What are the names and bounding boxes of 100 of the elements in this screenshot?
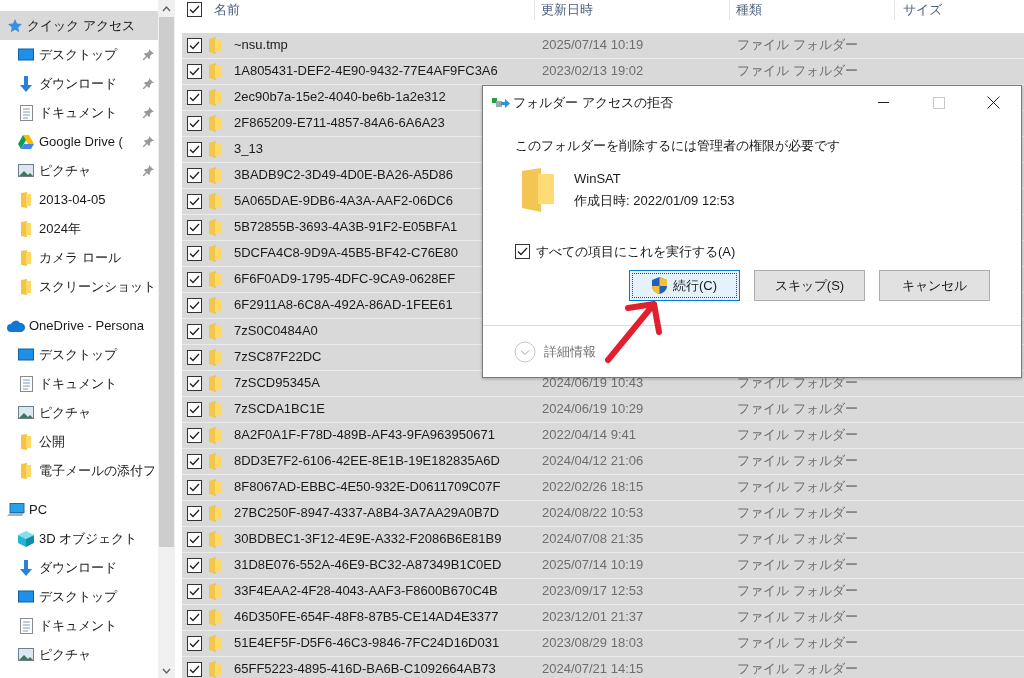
column-header[interactable]: 種類 — [736, 0, 762, 20]
file-row[interactable]: 27BC250F-8947-4337-A8B4-3A7AA29A0B7D 2024/08/22 10:53 ファイル フォルダー — [182, 500, 1024, 527]
file-row[interactable]: 8DD3E7F2-6106-42EE-8E1B-19E182835A6D 2024/04/12 21:06 ファイル フォルダー — [182, 448, 1024, 475]
file-type: ファイル フォルダー — [737, 531, 858, 547]
dialog-button[interactable]: スキップ(S) — [754, 270, 865, 301]
file-row[interactable]: 7zSCDA1BC1E 2024/06/19 10:29 ファイル フォルダー — [182, 396, 1024, 423]
row-checkbox[interactable] — [187, 557, 202, 573]
row-checkbox[interactable] — [187, 323, 202, 339]
file-row[interactable]: 8F8067AD-EBBC-4E50-932E-D0611709C07F 2022/02/26 18:15 ファイル フォルダー — [182, 474, 1024, 501]
row-checkbox[interactable] — [187, 401, 202, 417]
nav-item[interactable]: ドキュメント — [39, 102, 143, 123]
file-name: 7zSCDA1BC1E — [234, 400, 326, 419]
pin-icon[interactable] — [143, 165, 154, 176]
row-checkbox[interactable] — [187, 89, 202, 105]
nav-section-item[interactable]: PC — [0, 495, 158, 524]
checkbox-label[interactable]: すべての項目にこれを実行する(A) — [536, 241, 736, 261]
row-checkbox[interactable] — [187, 635, 202, 651]
file-name: 27BC250F-8947-4337-A8B4-3A7AA29A0B7D — [234, 504, 500, 523]
row-checkbox[interactable] — [187, 245, 202, 261]
file-name: 33F4EAA2-4F28-4043-AAF3-F8600B670C4B — [234, 582, 498, 601]
select-all-checkbox[interactable] — [187, 2, 202, 18]
file-name: 3_13 — [234, 140, 263, 159]
column-header[interactable]: サイズ — [903, 0, 942, 20]
file-row[interactable]: 31D8E076-552A-46E9-BC32-A87349B1C0ED 2025/07/14 10:19 ファイル フォルダー — [182, 552, 1024, 579]
file-row[interactable]: 46D350FE-654F-48F8-87B5-CE14AD4E3377 2023/12/01 21:37 ファイル フォルダー — [182, 604, 1024, 631]
modified-date: 2025/07/14 10:19 — [542, 37, 644, 53]
scrollbar-thumb[interactable] — [159, 17, 174, 547]
row-checkbox[interactable] — [187, 479, 202, 495]
file-name: 30BDBEC1-3F12-4E9E-A332-F2086B6E81B9 — [234, 530, 502, 549]
nav-item[interactable]: ドキュメント — [39, 373, 154, 394]
pin-icon[interactable] — [143, 49, 154, 60]
nav-item[interactable]: 3D オブジェクト — [39, 528, 154, 549]
row-checkbox[interactable] — [187, 115, 202, 131]
nav-section-item[interactable]: OneDrive - Persona — [0, 311, 158, 340]
dialog-button[interactable]: 続行(C) — [629, 270, 740, 301]
folder-icon — [21, 433, 31, 450]
folder-icon — [209, 556, 221, 574]
modified-date: 2024/08/22 10:53 — [542, 505, 644, 521]
folder-icon — [209, 348, 221, 366]
pin-icon[interactable] — [143, 136, 154, 147]
file-name: 8DD3E7F2-6106-42EE-8E1B-19E182835A6D — [234, 452, 500, 471]
dialog-button[interactable]: キャンセル — [879, 270, 990, 301]
modified-date: 2023/08/29 18:03 — [542, 635, 644, 651]
nav-item[interactable]: 2024年 — [39, 218, 154, 239]
down-arrow-icon — [19, 75, 33, 92]
file-row[interactable]: 1A805431-DEF2-4E90-9432-77E4AF9FC3A6 2023/02/13 19:02 ファイル フォルダー — [182, 58, 1024, 85]
apply-all-checkbox[interactable] — [515, 243, 530, 259]
nav-item[interactable]: ピクチャ — [39, 402, 154, 423]
picture-icon — [18, 164, 34, 177]
nav-item[interactable]: デスクトップ — [39, 344, 154, 365]
file-row[interactable]: 65FF5223-4895-416D-BA6B-C1092664AB73 2024/07/21 14:15 ファイル フォルダー — [182, 656, 1024, 678]
folder-icon — [209, 608, 221, 626]
file-row[interactable]: 8A2F0A1F-F78D-489B-AF43-9FA963950671 2022/04/14 9:41 ファイル フォルダー — [182, 422, 1024, 449]
row-checkbox[interactable] — [187, 193, 202, 209]
row-checkbox[interactable] — [187, 453, 202, 469]
row-checkbox[interactable] — [187, 427, 202, 443]
file-row[interactable]: 33F4EAA2-4F28-4043-AAF3-F8600B670C4B 2023/09/17 12:53 ファイル フォルダー — [182, 578, 1024, 605]
row-checkbox[interactable] — [187, 375, 202, 391]
nav-item[interactable]: デスクトップ — [39, 44, 143, 65]
row-checkbox[interactable] — [187, 661, 202, 677]
nav-section-item[interactable]: クイック アクセス — [0, 11, 158, 40]
file-row[interactable]: 51E4EF5F-D5F6-46C3-9846-7FC24D16D031 2023/08/29 18:03 ファイル フォルダー — [182, 630, 1024, 657]
file-row[interactable]: 30BDBEC1-3F12-4E9E-A332-F2086B6E81B9 2024/07/08 21:35 ファイル フォルダー — [182, 526, 1024, 553]
row-checkbox[interactable] — [187, 271, 202, 287]
row-checkbox[interactable] — [187, 167, 202, 183]
nav-item[interactable]: ダウンロード — [39, 557, 154, 578]
row-checkbox[interactable] — [187, 609, 202, 625]
folder-icon — [209, 140, 221, 158]
column-header[interactable]: 名前 — [214, 0, 240, 20]
row-checkbox[interactable] — [187, 349, 202, 365]
column-header[interactable]: 更新日時 — [541, 0, 593, 20]
row-checkbox[interactable] — [187, 63, 202, 79]
file-row[interactable]: ~nsu.tmp 2025/07/14 10:19 ファイル フォルダー — [182, 32, 1024, 59]
nav-item[interactable]: 公開 — [39, 431, 154, 452]
nav-item[interactable]: カメラ ロール — [39, 247, 154, 268]
nav-item[interactable]: ドキュメント — [39, 615, 154, 636]
nav-item[interactable]: デスクトップ — [39, 586, 154, 607]
row-checkbox[interactable] — [187, 297, 202, 313]
folder-icon — [522, 167, 554, 212]
nav-item[interactable]: ピクチャ — [39, 160, 143, 181]
row-checkbox[interactable] — [187, 531, 202, 547]
details-toggle[interactable]: 詳細情報 — [544, 341, 596, 362]
modified-date: 2023/09/17 12:53 — [542, 583, 644, 599]
pin-icon[interactable] — [143, 78, 154, 89]
pin-icon[interactable] — [143, 107, 154, 118]
folder-icon — [209, 400, 221, 418]
row-checkbox[interactable] — [187, 37, 202, 53]
nav-item[interactable]: ダウンロード — [39, 73, 143, 94]
nav-item[interactable]: ピクチャ — [39, 644, 154, 665]
nav-item[interactable]: Google Drive ( — [39, 131, 143, 152]
row-checkbox[interactable] — [187, 219, 202, 235]
monitor-icon — [18, 47, 34, 62]
row-checkbox[interactable] — [187, 505, 202, 521]
nav-item[interactable]: 電子メールの添付フ — [39, 460, 154, 481]
nav-item[interactable]: スクリーンショット — [39, 276, 154, 297]
row-checkbox[interactable] — [187, 141, 202, 157]
nav-item[interactable]: 2013-04-05 — [39, 189, 154, 210]
row-checkbox[interactable] — [187, 583, 202, 599]
star-icon — [7, 17, 23, 34]
file-name: 6F6F0AD9-1795-4DFC-9CA9-0628EF — [234, 270, 456, 289]
